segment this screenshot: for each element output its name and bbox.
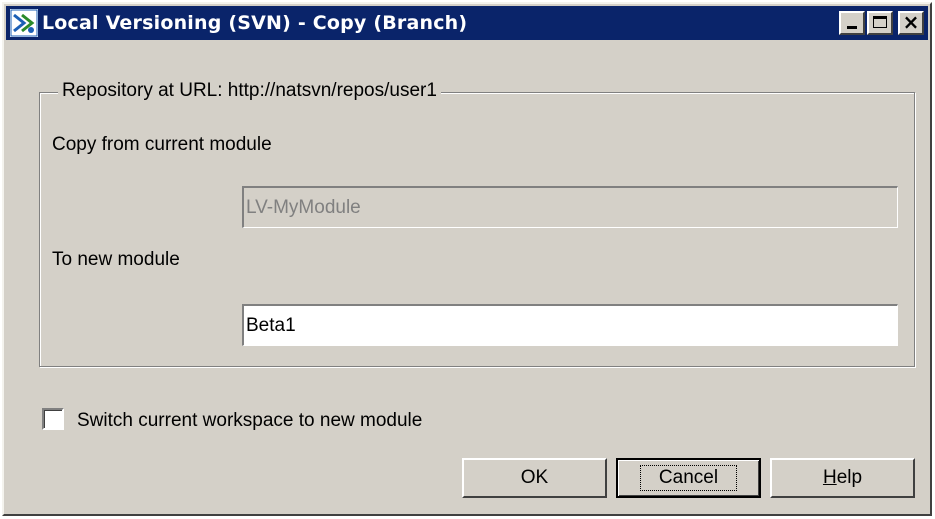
ok-button[interactable]: OK: [462, 458, 607, 498]
switch-workspace-label[interactable]: Switch current workspace to new module: [77, 410, 422, 432]
window-title: Local Versioning (SVN) - Copy (Branch): [42, 12, 468, 34]
groupbox-legend: Repository at URL: http://natsvn/repos/u…: [58, 80, 441, 102]
help-label-rest: elp: [836, 467, 863, 488]
title-bar[interactable]: Local Versioning (SVN) - Copy (Branch) ×: [6, 6, 928, 40]
close-button[interactable]: ×: [898, 10, 924, 35]
help-button-label: Help: [823, 467, 862, 489]
minimize-button[interactable]: [839, 11, 865, 35]
close-icon: ×: [902, 10, 920, 34]
ok-button-label: OK: [520, 467, 549, 488]
dialog-window: Local Versioning (SVN) - Copy (Branch) ×…: [2, 2, 932, 516]
cancel-button[interactable]: Cancel: [616, 458, 761, 498]
help-mnemonic: H: [822, 467, 837, 488]
switch-workspace-checkbox[interactable]: [42, 408, 64, 430]
copy-from-label: Copy from current module: [52, 134, 272, 155]
copy-from-field: [242, 186, 898, 228]
maximize-button[interactable]: [867, 11, 893, 35]
minimize-icon: [847, 26, 857, 29]
to-new-module-label: To new module: [52, 249, 180, 270]
labview-app-icon: [10, 9, 38, 37]
new-module-field[interactable]: [242, 304, 898, 346]
cancel-button-label: Cancel: [639, 465, 738, 491]
maximize-icon: [873, 16, 887, 28]
help-button[interactable]: Help: [770, 458, 915, 498]
